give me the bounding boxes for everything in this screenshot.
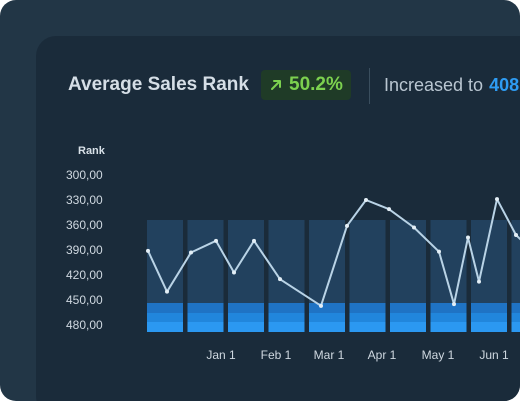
sales-rank-card: Average Sales Rank 50.2% Increased to 408… [36, 36, 520, 401]
chart-column [268, 220, 305, 332]
data-point [319, 303, 323, 308]
data-point [495, 197, 499, 202]
outer-background: Average Sales Rank 50.2% Increased to 408… [0, 0, 520, 401]
data-point [232, 270, 236, 275]
data-point [189, 250, 193, 255]
chart-column [349, 220, 386, 332]
data-point [452, 302, 456, 307]
data-point [146, 248, 150, 253]
data-point [165, 289, 169, 294]
data-point [514, 233, 518, 237]
data-point [252, 238, 256, 243]
data-point [345, 223, 349, 228]
data-point [466, 235, 470, 240]
data-point [412, 225, 416, 230]
data-point [437, 249, 441, 254]
chart-column [430, 220, 467, 332]
chart-column [309, 220, 345, 332]
data-point [364, 198, 368, 202]
chart-column [228, 220, 264, 332]
data-point [477, 279, 481, 284]
sales-rank-chart [146, 197, 520, 332]
data-point [387, 207, 391, 212]
data-point [278, 277, 282, 282]
chart-column [187, 220, 224, 332]
data-point [214, 238, 218, 243]
chart-column [390, 220, 426, 332]
